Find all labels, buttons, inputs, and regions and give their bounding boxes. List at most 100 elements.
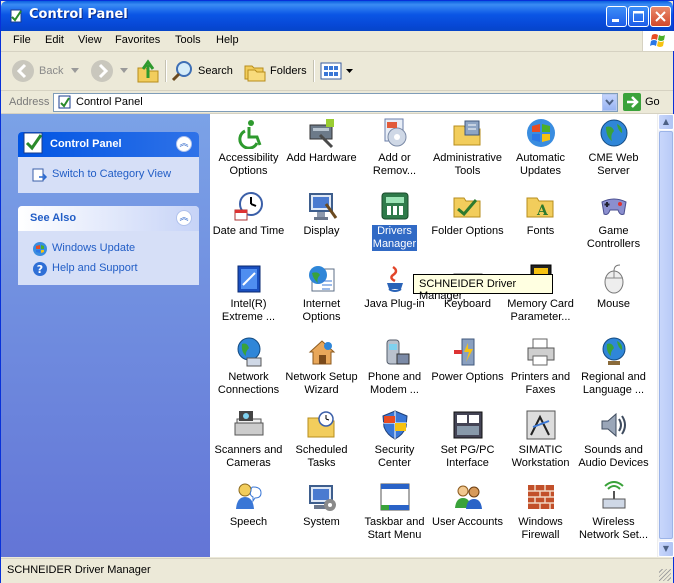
scroll-thumb[interactable] xyxy=(659,131,673,539)
control-panel-task-header[interactable]: Control Panel ︽ xyxy=(18,132,199,157)
cme-web-server-icon xyxy=(598,117,630,149)
toolbar: Back Search Folders xyxy=(1,52,673,91)
control-panel-item[interactable]: Administrative Tools xyxy=(431,117,504,178)
title-bar[interactable]: Control Panel xyxy=(1,1,673,31)
back-dropdown-icon[interactable] xyxy=(71,68,79,74)
minimize-icon xyxy=(612,19,619,22)
forward-arrow-icon[interactable] xyxy=(90,59,114,83)
views-button[interactable] xyxy=(319,59,355,83)
control-panel-item[interactable]: CME Web Server xyxy=(577,117,650,178)
control-panel-item-label: Power Options xyxy=(431,371,504,383)
control-panel-item-label: Network Setup Wizard xyxy=(285,371,358,396)
control-panel-icon xyxy=(58,95,71,109)
see-also-task-box: See Also ︽ Windows Update ? Help and Sup… xyxy=(18,206,199,285)
folders-button[interactable]: Folders xyxy=(243,59,309,83)
address-dropdown-button[interactable] xyxy=(602,94,617,111)
address-input[interactable]: Control Panel xyxy=(53,93,618,112)
control-panel-task-box: Control Panel ︽ Switch to Category View xyxy=(18,132,199,193)
control-panel-item[interactable]: Printers and Faxes xyxy=(504,336,577,397)
control-panel-item[interactable]: Scheduled Tasks xyxy=(285,409,358,470)
pgpc-interface-icon xyxy=(452,409,484,441)
control-panel-item[interactable]: Intel(R) Extreme ... xyxy=(212,263,285,324)
search-button[interactable]: Search xyxy=(171,59,237,83)
see-also-body: Windows Update ? Help and Support xyxy=(18,231,199,285)
control-panel-item[interactable]: Folder Options xyxy=(431,190,504,238)
minimize-button[interactable] xyxy=(606,6,627,27)
collapse-button[interactable]: ︽ xyxy=(176,136,192,152)
control-panel-item[interactable]: Windows Firewall xyxy=(504,481,577,542)
go-button[interactable]: Go xyxy=(623,93,671,111)
menu-favorites[interactable]: Favorites xyxy=(115,34,160,46)
control-panel-item[interactable]: Mouse xyxy=(577,263,650,311)
game-controller-icon xyxy=(598,190,630,222)
control-panel-item[interactable]: Set PG/PC Interface xyxy=(431,409,504,470)
vertical-scrollbar[interactable]: ▲ ▼ xyxy=(657,114,674,557)
control-panel-item[interactable]: Add or Remov... xyxy=(358,117,431,178)
scroll-up-button[interactable]: ▲ xyxy=(658,114,674,130)
control-panel-item[interactable]: Sounds and Audio Devices xyxy=(577,409,650,470)
resize-grip[interactable] xyxy=(659,569,671,581)
menu-edit[interactable]: Edit xyxy=(45,34,64,46)
control-panel-item-label: Windows Firewall xyxy=(518,516,563,541)
menu-help[interactable]: Help xyxy=(216,34,239,46)
back-arrow-icon xyxy=(12,60,34,82)
menu-file[interactable]: File xyxy=(13,34,31,46)
control-panel-item[interactable]: Scanners and Cameras xyxy=(212,409,285,470)
go-arrow-icon xyxy=(623,93,641,111)
phone-modem-icon xyxy=(379,336,411,368)
control-panel-item[interactable]: Accessibility Options xyxy=(212,117,285,178)
help-icon: ? xyxy=(33,262,47,276)
control-panel-item[interactable]: Network Connections xyxy=(212,336,285,397)
collapse-button[interactable]: ︽ xyxy=(176,210,192,226)
control-panel-item-label: Network Connections xyxy=(217,371,280,396)
back-label: Back xyxy=(39,65,64,77)
control-panel-item[interactable]: Drivers Manager xyxy=(358,190,431,251)
scanner-icon xyxy=(233,409,265,441)
toolbar-separator xyxy=(165,60,167,82)
forward-dropdown-icon[interactable] xyxy=(120,68,128,74)
display-icon xyxy=(306,190,338,222)
up-folder-icon[interactable] xyxy=(136,58,160,84)
control-panel-item[interactable]: Add Hardware xyxy=(285,117,358,165)
menu-view[interactable]: View xyxy=(78,34,102,46)
scroll-down-button[interactable]: ▼ xyxy=(658,541,674,557)
control-panel-item[interactable]: A Fonts xyxy=(504,190,577,238)
address-value: Control Panel xyxy=(76,96,143,108)
menu-bar: File Edit View Favorites Tools Help xyxy=(1,31,673,52)
menu-tools[interactable]: Tools xyxy=(175,34,201,46)
control-panel-item-label: User Accounts xyxy=(432,516,503,528)
control-panel-item[interactable]: Game Controllers xyxy=(577,190,650,251)
control-panel-item[interactable]: Speech xyxy=(212,481,285,529)
maximize-button[interactable] xyxy=(628,6,649,27)
control-panel-item[interactable]: Network Setup Wizard xyxy=(285,336,358,397)
speech-icon xyxy=(233,481,265,513)
control-panel-icon xyxy=(10,9,22,23)
control-panel-item-label: Taskbar and Start Menu xyxy=(364,516,425,541)
control-panel-item[interactable]: Regional and Language ... xyxy=(577,336,650,397)
control-panel-item[interactable]: Automatic Updates xyxy=(504,117,577,178)
control-panel-item[interactable]: SIMATIC Workstation xyxy=(504,409,577,470)
control-panel-item-label: Game Controllers xyxy=(586,225,641,250)
control-panel-item[interactable]: Internet Options xyxy=(285,263,358,324)
control-panel-item-label: Speech xyxy=(229,516,268,528)
close-button[interactable] xyxy=(650,6,671,27)
control-panel-item[interactable]: Power Options xyxy=(431,336,504,384)
switch-to-category-view-link[interactable]: Switch to Category View xyxy=(28,165,199,185)
user-accounts-icon xyxy=(452,481,484,513)
firewall-icon xyxy=(525,481,557,513)
control-panel-item[interactable]: Taskbar and Start Menu xyxy=(358,481,431,542)
see-also-header[interactable]: See Also ︽ xyxy=(18,206,199,231)
help-and-support-link[interactable]: ? Help and Support xyxy=(28,259,199,279)
control-panel-item[interactable]: Phone and Modem ... xyxy=(358,336,431,397)
control-panel-task-body: Switch to Category View xyxy=(18,157,199,191)
control-panel-item[interactable]: Display xyxy=(285,190,358,238)
close-icon xyxy=(655,11,666,22)
control-panel-item[interactable]: Date and Time xyxy=(212,190,285,238)
control-panel-item[interactable]: System xyxy=(285,481,358,529)
control-panel-item[interactable]: Security Center xyxy=(358,409,431,470)
control-panel-item[interactable]: Wireless Network Set... xyxy=(577,481,650,542)
control-panel-item[interactable]: User Accounts xyxy=(431,481,504,529)
control-panel-item-label: Set PG/PC Interface xyxy=(440,444,495,469)
control-panel-item-label: Folder Options xyxy=(431,225,504,237)
windows-update-link[interactable]: Windows Update xyxy=(28,239,199,259)
